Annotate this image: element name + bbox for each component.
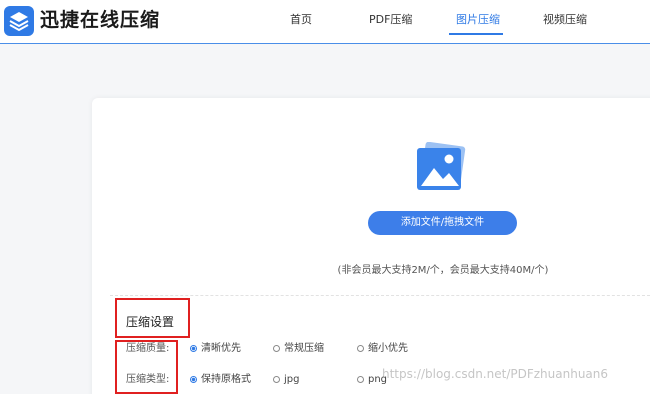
annotation-box-settings	[115, 298, 190, 338]
type-option-jpg[interactable]: jpg	[273, 373, 299, 388]
nav-video-compress[interactable]: 视频压缩	[543, 12, 587, 28]
annotation-box-labels	[115, 340, 178, 394]
top-header: 迅捷在线压缩 首页 PDF压缩 图片压缩 视频压缩	[0, 0, 650, 44]
quality-option-clear[interactable]: 清晰优先	[190, 342, 241, 357]
nav-image-compress[interactable]: 图片压缩	[456, 12, 500, 28]
size-limit-note: (非会员最大支持2M/个，会员最大支持40M/个)	[337, 265, 549, 276]
type-option-original[interactable]: 保持原格式	[190, 373, 251, 388]
quality-option-normal[interactable]: 常规压缩	[273, 342, 324, 357]
quality-option-small[interactable]: 缩小优先	[357, 342, 408, 357]
radio-icon[interactable]	[190, 344, 197, 352]
add-file-button[interactable]: 添加文件/拖拽文件	[368, 211, 517, 235]
watermark: https://blog.csdn.net/PDFzhuanhuan6	[382, 367, 609, 381]
image-upload-icon[interactable]	[415, 142, 467, 192]
radio-icon[interactable]	[273, 344, 280, 352]
radio-icon[interactable]	[190, 375, 197, 383]
active-tab-underline	[449, 33, 503, 35]
divider	[110, 295, 650, 296]
radio-icon[interactable]	[357, 344, 364, 352]
radio-icon[interactable]	[273, 375, 280, 383]
nav-pdf-compress[interactable]: PDF压缩	[369, 12, 412, 28]
nav-home[interactable]: 首页	[290, 12, 312, 28]
radio-icon[interactable]	[357, 375, 364, 383]
brand-name[interactable]: 迅捷在线压缩	[40, 8, 160, 32]
logo-icon[interactable]	[4, 6, 34, 36]
